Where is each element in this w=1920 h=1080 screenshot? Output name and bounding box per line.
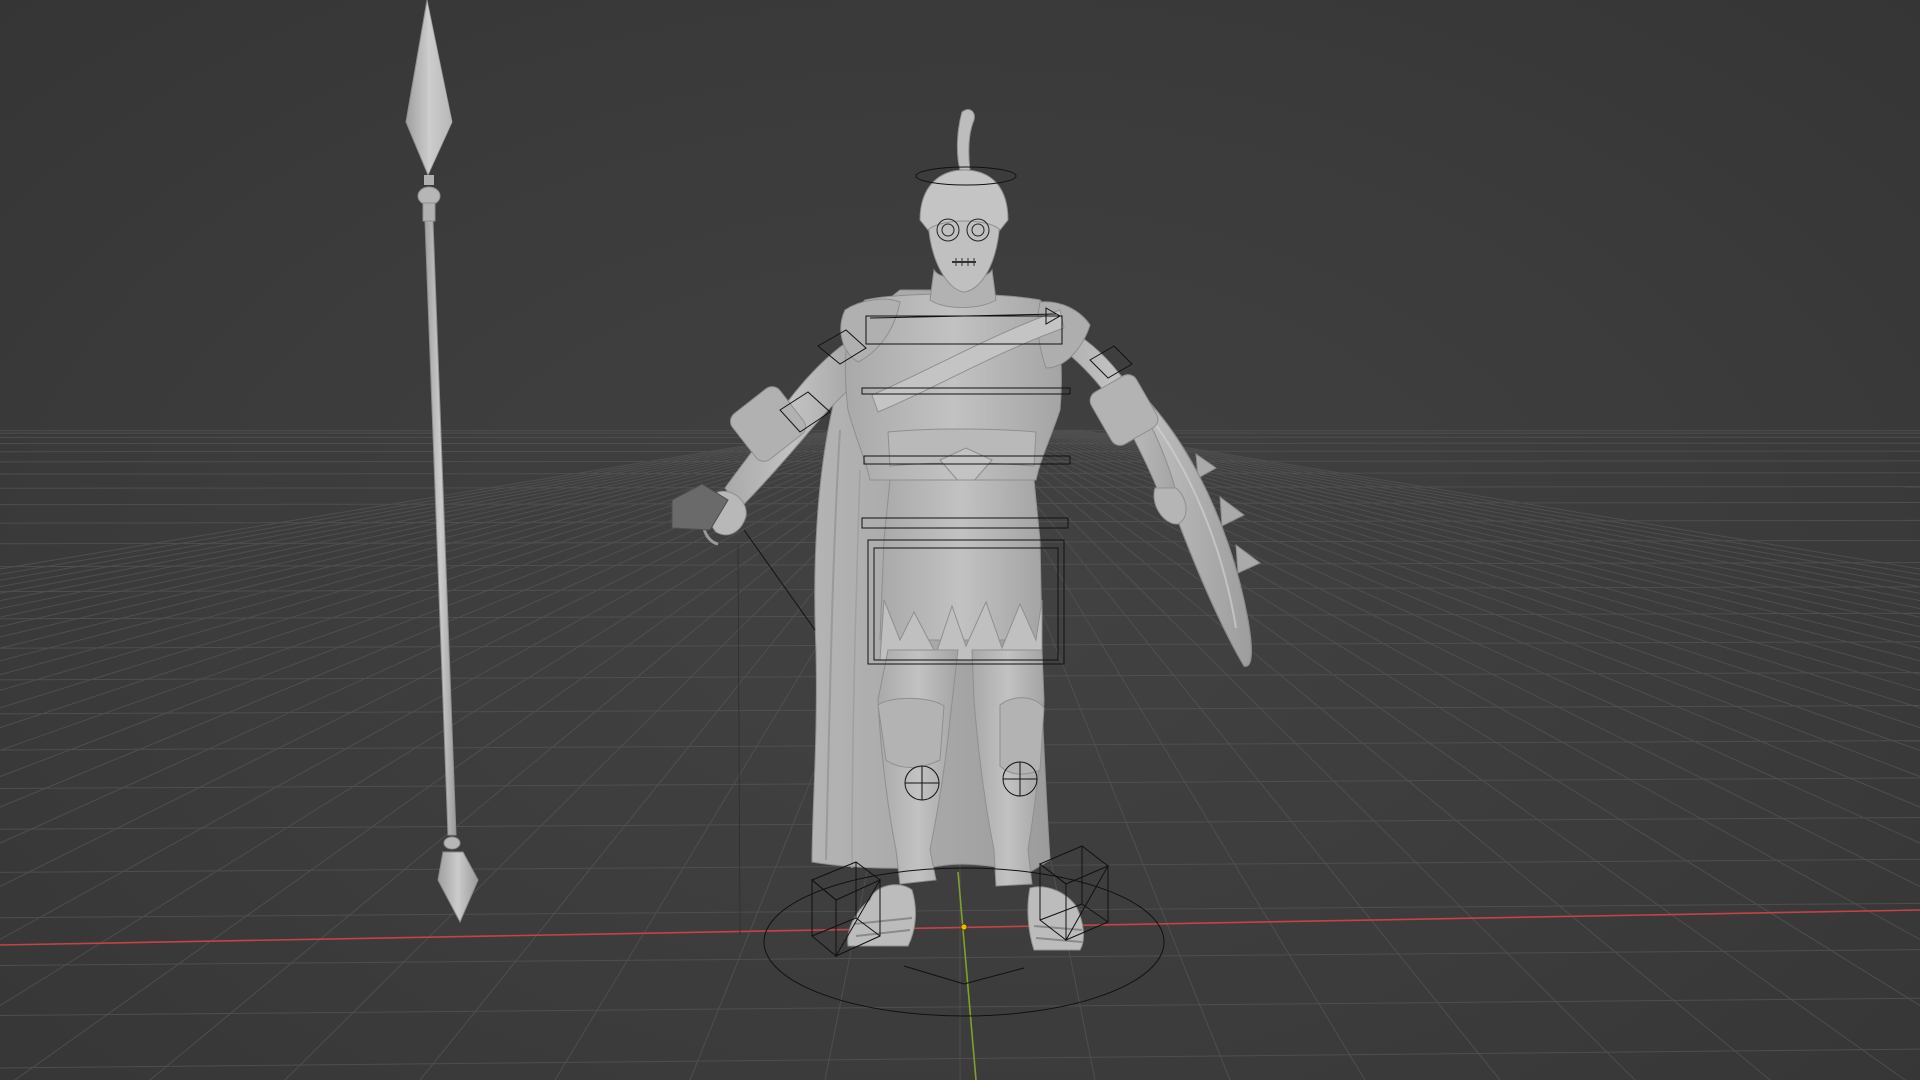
grid-line (1011, 429, 1920, 778)
grid-line (0, 429, 917, 844)
grid-line (1047, 429, 1920, 628)
grid-line (14, 429, 933, 1080)
3d-viewport[interactable] (0, 0, 1920, 1080)
warrior-character[interactable] (671, 109, 1187, 951)
grid-line (1031, 429, 1920, 676)
viewport-canvas[interactable] (0, 0, 1920, 1080)
grid-line (1023, 429, 1920, 709)
grid-line (987, 429, 1906, 1080)
grid-line (0, 429, 913, 808)
grid-line (0, 429, 909, 778)
grid-line (983, 429, 1771, 1080)
grid-line (1019, 429, 1920, 729)
grid-line (1027, 429, 1920, 691)
origin-point (960, 923, 968, 931)
grid-line (1003, 429, 1920, 844)
grid-line (1015, 429, 1920, 751)
grid-line (0, 429, 921, 888)
grid-line (999, 429, 1920, 888)
grid-line (1007, 429, 1920, 808)
grid-line (979, 429, 1636, 1080)
spear[interactable] (405, 0, 479, 924)
y-axis-line (957, 871, 977, 1080)
